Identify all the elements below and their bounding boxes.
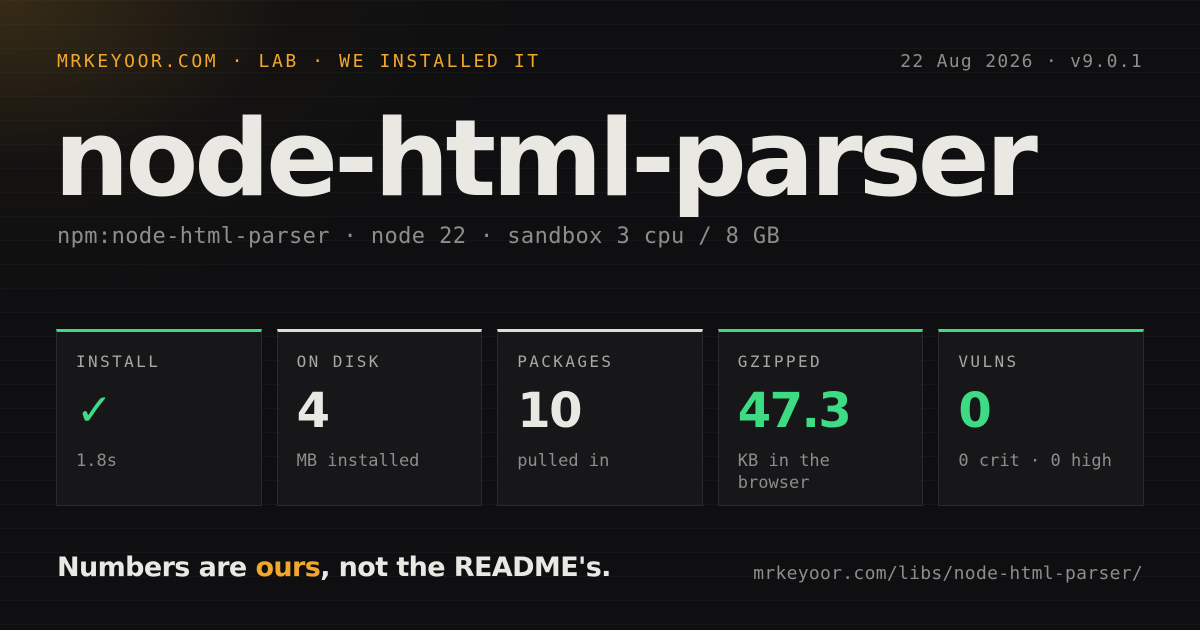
page-url[interactable]: mrkeyoor.com/libs/node-html-parser/ xyxy=(753,563,1143,584)
stat-card-on-disk: ON DISK 4 MB installed xyxy=(276,329,483,506)
card-label: PACKAGES xyxy=(517,352,614,371)
card-note: pulled in xyxy=(517,451,610,471)
header-bar: MRKEYOOR.COM · LAB · WE INSTALLED IT 22 … xyxy=(57,48,1143,74)
card-note: 0 crit · 0 high xyxy=(958,451,1112,471)
site-kicker: MRKEYOOR.COM · LAB · WE INSTALLED IT xyxy=(57,50,541,72)
card-value: 47.3 xyxy=(737,383,852,439)
card-label: INSTALL xyxy=(76,352,161,371)
stat-card-gzipped: GZIPPED 47.3 KB in the browser xyxy=(717,329,924,506)
card-note: KB in the browser xyxy=(737,451,830,493)
card-label: GZIPPED xyxy=(737,352,823,371)
card-value: 0 xyxy=(958,383,991,439)
package-title: node-html-parser xyxy=(54,97,1038,220)
card-note: 1.8s xyxy=(76,451,117,471)
tagline-highlight: ours xyxy=(255,552,321,583)
tagline-start: Numbers are xyxy=(57,552,256,583)
card-value: 4 xyxy=(296,383,330,439)
stat-card-packages: PACKAGES 10 pulled in xyxy=(497,329,703,506)
card-note: MB installed xyxy=(296,451,420,471)
stat-card-install: INSTALL ✓ 1.8s xyxy=(56,329,262,506)
tagline-end: , not the README's. xyxy=(320,552,611,583)
card-label: VULNS xyxy=(958,352,1019,371)
tagline: Numbers are ours, not the README's. xyxy=(57,552,611,583)
date-version: 22 Aug 2026 · v9.0.1 xyxy=(900,50,1143,72)
check-icon: ✓ xyxy=(76,385,113,436)
stat-cards: INSTALL ✓ 1.8s ON DISK 4 MB installed PA… xyxy=(56,329,1144,506)
package-subtitle: npm:node-html-parser · node 22 · sandbox… xyxy=(57,224,781,249)
card-value: 10 xyxy=(517,383,582,439)
stat-card-vulns: VULNS 0 0 crit · 0 high xyxy=(938,329,1144,506)
card-label: ON DISK xyxy=(296,352,381,371)
